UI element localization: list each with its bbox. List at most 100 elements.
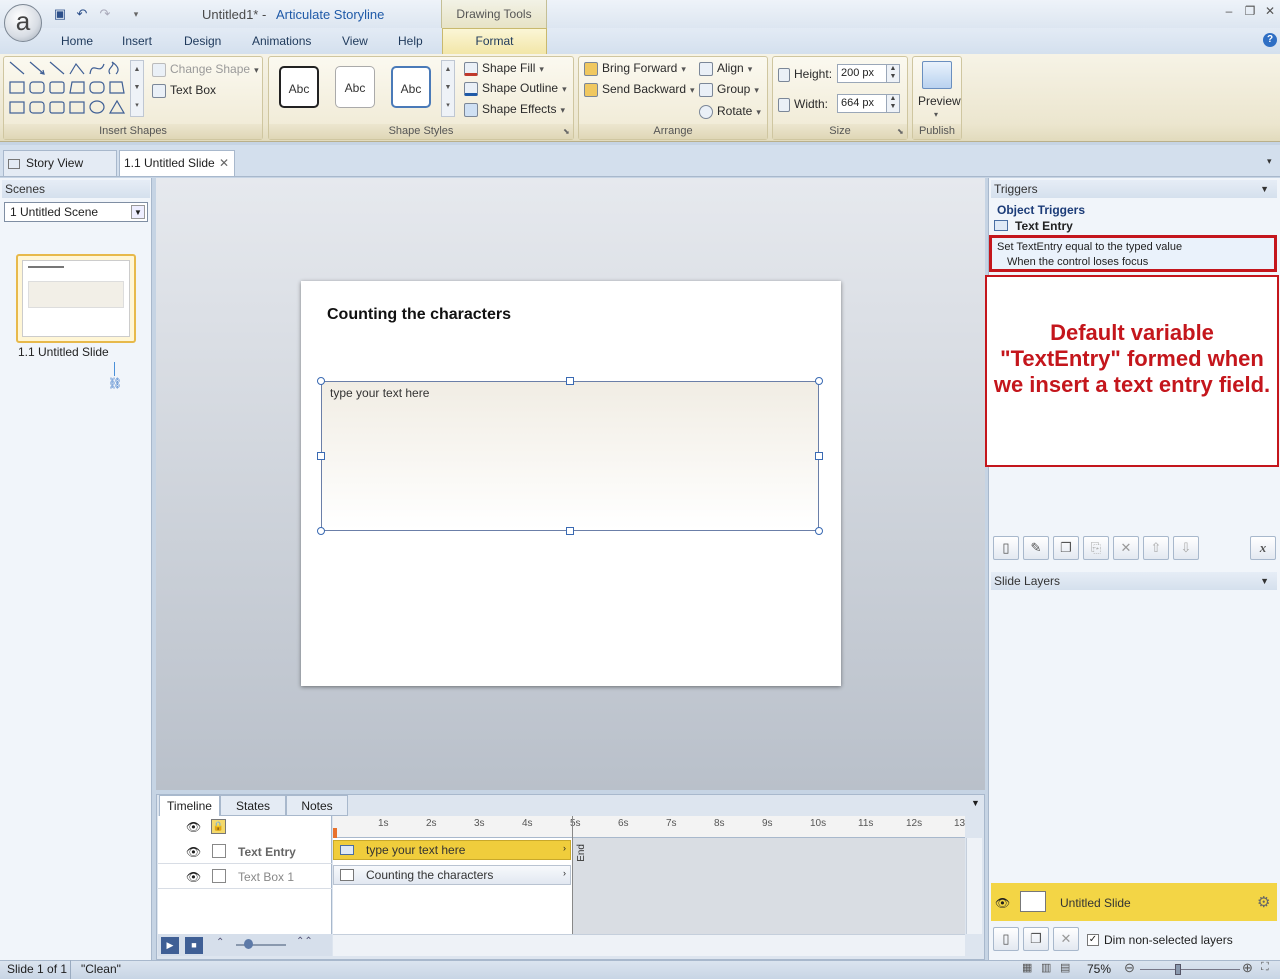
shape-outline-button[interactable]: Shape Outline ▾	[464, 81, 567, 96]
fit-to-window-icon[interactable]: ⛶	[1261, 961, 1269, 974]
change-shape-button[interactable]: Change Shape ▾	[152, 62, 259, 77]
view-story-icon[interactable]: ▥	[1041, 961, 1051, 974]
restore-icon[interactable]: ❐	[1242, 4, 1258, 20]
tab-help[interactable]: Help	[398, 34, 423, 48]
resize-handle[interactable]	[566, 377, 574, 385]
timeline-horizontal-scrollbar[interactable]	[333, 934, 965, 956]
redo-icon[interactable]: ↷	[97, 6, 113, 22]
collapse-timeline-icon[interactable]: ▼	[971, 798, 980, 808]
view-preview-icon[interactable]: ▤	[1060, 961, 1070, 974]
expand-bar-icon[interactable]: ›	[563, 868, 566, 878]
shape-style-3[interactable]: Abc	[391, 66, 431, 108]
help-icon[interactable]: ?	[1263, 33, 1277, 47]
edit-trigger-icon[interactable]: ✎	[1023, 536, 1049, 560]
eye-icon[interactable]: 👁	[995, 896, 1010, 910]
scene-select[interactable]: 1 Untitled Scene ▼	[4, 202, 148, 222]
lock-all-icon[interactable]: 🔒	[211, 819, 226, 834]
lock-checkbox[interactable]	[212, 869, 226, 883]
application-menu-button[interactable]: a	[4, 4, 42, 42]
zoom-slider-track[interactable]	[1140, 969, 1240, 970]
trigger-object-name[interactable]: Text Entry	[1015, 219, 1073, 233]
text-entry-field[interactable]	[321, 381, 819, 531]
link-icon[interactable]: ⛓	[108, 377, 122, 390]
delete-layer-icon[interactable]: ✕	[1053, 927, 1079, 951]
undo-icon[interactable]: ↶	[74, 6, 90, 22]
slide-title-textbox[interactable]: Counting the characters	[327, 306, 511, 324]
width-spinner[interactable]: ▲ ▼	[886, 94, 900, 113]
duplicate-layer-icon[interactable]: ❐	[1023, 927, 1049, 951]
collapse-triggers-icon[interactable]: ▼	[1260, 180, 1269, 198]
shape-style-2[interactable]: Abc	[335, 66, 375, 108]
tab-format[interactable]: Format	[442, 28, 547, 54]
timeline-vertical-scrollbar[interactable]	[966, 838, 982, 934]
tab-overflow-icon[interactable]: ▾	[1267, 156, 1272, 167]
tab-insert[interactable]: Insert	[122, 34, 152, 48]
bring-forward-button[interactable]: Bring Forward ▾	[584, 61, 686, 76]
zoom-slider-thumb[interactable]	[1175, 964, 1181, 975]
resize-handle[interactable]	[317, 377, 325, 385]
preview-icon[interactable]	[922, 61, 952, 89]
resize-handle[interactable]	[815, 452, 823, 460]
save-icon[interactable]: ▣	[52, 6, 68, 22]
view-normal-icon[interactable]: ▦	[1022, 961, 1032, 974]
text-box-button[interactable]: Text Box	[152, 83, 216, 98]
rotate-button[interactable]: Rotate ▾	[699, 104, 761, 119]
new-trigger-icon[interactable]: ▯	[993, 536, 1019, 560]
preview-dropdown-icon[interactable]: ▾	[934, 110, 938, 119]
gear-icon[interactable]: ⚙	[1257, 893, 1270, 911]
eye-icon[interactable]: 👁	[186, 845, 201, 859]
resize-handle[interactable]	[566, 527, 574, 535]
tab-home[interactable]: Home	[61, 34, 93, 48]
shape-fill-button[interactable]: Shape Fill ▾	[464, 61, 544, 76]
timeline-bar-text-entry[interactable]: type your text here	[333, 840, 571, 860]
tab-timeline[interactable]: Timeline	[159, 795, 220, 816]
move-down-icon[interactable]: ⇩	[1173, 536, 1199, 560]
zoom-out-icon[interactable]: ⊖	[1124, 960, 1135, 976]
lock-checkbox[interactable]	[212, 844, 226, 858]
timeline-bar-text-box[interactable]: Counting the characters	[333, 865, 571, 885]
dim-layers-checkbox[interactable]: ✓	[1087, 934, 1099, 946]
tab-animations[interactable]: Animations	[252, 34, 311, 48]
copy-trigger-icon[interactable]: ❐	[1053, 536, 1079, 560]
align-button[interactable]: Align ▾	[699, 61, 752, 76]
close-window-icon[interactable]: ✕	[1262, 4, 1278, 20]
zoom-in-icon[interactable]: ⊕	[1242, 960, 1253, 976]
resize-handle[interactable]	[317, 527, 325, 535]
playhead-icon[interactable]	[333, 828, 337, 838]
tab-story-view[interactable]: Story View	[3, 150, 117, 176]
minimize-icon[interactable]: –	[1221, 4, 1237, 20]
delete-trigger-icon[interactable]: ✕	[1113, 536, 1139, 560]
preview-button[interactable]: Preview	[918, 94, 961, 108]
stop-icon[interactable]: ■	[185, 937, 203, 954]
shape-styles-launcher-icon[interactable]: ⬊	[563, 127, 570, 136]
shapes-gallery-scroll[interactable]: ▲ ▼ ▾	[130, 60, 144, 117]
new-layer-icon[interactable]: ▯	[993, 927, 1019, 951]
height-field[interactable]: 200 px	[837, 64, 887, 83]
resize-handle[interactable]	[815, 527, 823, 535]
shape-effects-button[interactable]: Shape Effects ▾	[464, 102, 565, 117]
collapse-layers-icon[interactable]: ▼	[1260, 572, 1269, 590]
paste-trigger-icon[interactable]: ⎘	[1083, 536, 1109, 560]
shapes-gallery[interactable]	[8, 60, 144, 118]
resize-handle[interactable]	[815, 377, 823, 385]
width-field[interactable]: 664 px	[837, 94, 887, 113]
tab-slide[interactable]: 1.1 Untitled Slide ✕	[119, 150, 235, 176]
zoom-out-timeline-icon[interactable]: ⌃	[216, 937, 224, 948]
customize-toolbar-icon[interactable]: ▾	[128, 6, 144, 22]
tab-states[interactable]: States	[220, 795, 286, 816]
expand-bar-icon[interactable]: ›	[563, 843, 566, 853]
tab-design[interactable]: Design	[184, 34, 221, 48]
eye-icon[interactable]: 👁	[186, 870, 201, 884]
slide-thumbnail[interactable]	[16, 254, 136, 343]
tab-notes[interactable]: Notes	[286, 795, 348, 816]
tab-view[interactable]: View	[342, 34, 368, 48]
play-icon[interactable]: ▶	[161, 937, 179, 954]
group-button[interactable]: Group ▾	[699, 82, 759, 97]
shape-style-1[interactable]: Abc	[279, 66, 319, 108]
timeline-zoom-thumb[interactable]	[244, 939, 253, 949]
close-tab-icon[interactable]: ✕	[219, 151, 229, 175]
send-backward-button[interactable]: Send Backward ▾	[584, 82, 695, 97]
show-all-eye-icon[interactable]: 👁	[186, 820, 201, 834]
size-launcher-icon[interactable]: ⬊	[897, 127, 904, 136]
end-marker-line[interactable]	[572, 816, 573, 934]
